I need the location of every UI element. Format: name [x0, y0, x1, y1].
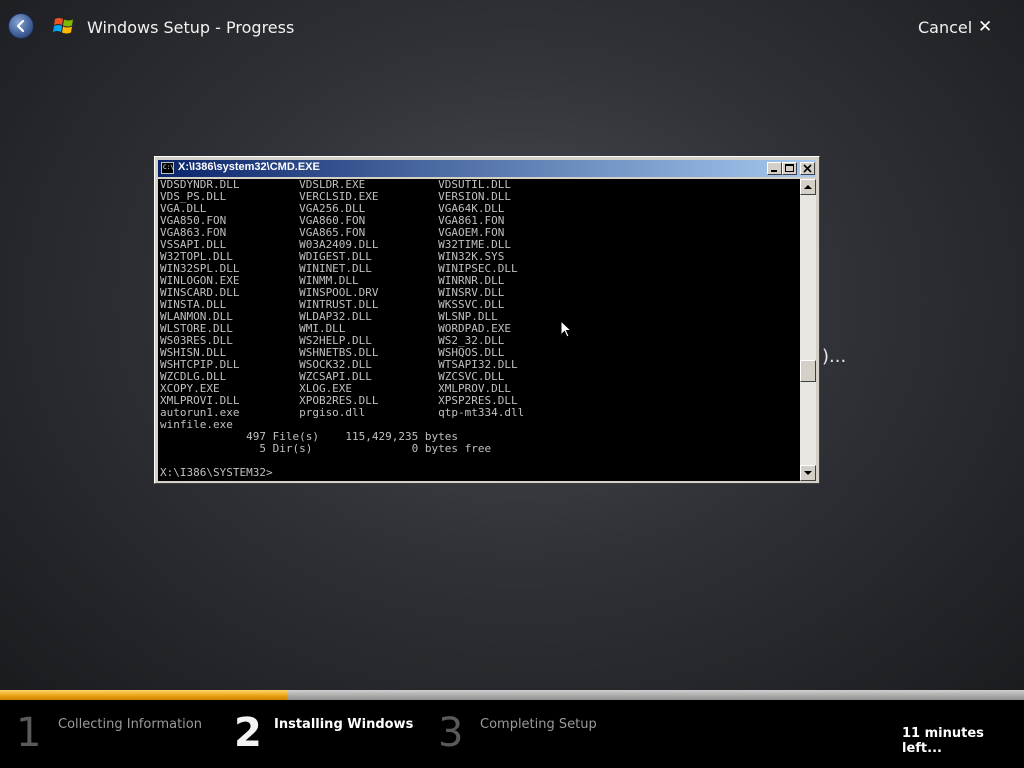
step-label: Installing Windows — [274, 717, 414, 732]
cmd-window-title: X:\I386\system32\CMD.EXE — [178, 161, 320, 173]
step-label: Collecting Information — [58, 717, 202, 732]
scroll-down-button[interactable] — [800, 465, 816, 481]
step-number: 3 — [438, 710, 464, 756]
step-number: 1 — [16, 710, 42, 756]
cmd-window[interactable]: C:\ X:\I386\system32\CMD.EXE VDSDYNDR.DL… — [154, 156, 820, 484]
cmd-icon: C:\ — [161, 162, 174, 174]
back-button[interactable] — [8, 13, 34, 39]
setup-progress-bar — [0, 690, 1024, 700]
scrollbar-thumb[interactable] — [800, 360, 816, 382]
close-x-icon — [803, 164, 812, 173]
obscured-status-text: )... — [822, 346, 847, 367]
step-label: Completing Setup — [480, 717, 597, 732]
maximize-icon — [785, 164, 794, 172]
console-text: VDSDYNDR.DLL VDSLDR.EXE VDSUTIL.DLL VDS_… — [160, 179, 525, 479]
windows-flag-icon — [53, 18, 73, 34]
console-output[interactable]: VDSDYNDR.DLL VDSLDR.EXE VDSUTIL.DLL VDS_… — [158, 179, 800, 481]
time-remaining: 11 minutes left... — [902, 726, 984, 756]
step-number: 2 — [234, 710, 262, 756]
window-title: Windows Setup - Progress — [87, 18, 295, 37]
mouse-pointer-icon — [560, 320, 572, 338]
progress-fill — [0, 690, 287, 700]
close-button[interactable] — [800, 162, 815, 175]
triangle-up-icon — [804, 185, 812, 189]
triangle-down-icon — [804, 471, 812, 475]
minimize-button[interactable] — [767, 162, 782, 175]
cmd-titlebar[interactable]: C:\ X:\I386\system32\CMD.EXE — [158, 160, 816, 177]
minimize-icon — [771, 170, 777, 172]
cancel-button[interactable]: Cancel — [918, 18, 972, 37]
back-arrow-icon — [16, 19, 25, 33]
close-icon[interactable]: ✕ — [978, 17, 992, 37]
scroll-up-button[interactable] — [800, 179, 816, 195]
vertical-scrollbar[interactable] — [800, 179, 816, 481]
setup-steps-footer: 1 Collecting Information 2 Installing Wi… — [0, 700, 1024, 768]
maximize-button[interactable] — [782, 162, 797, 175]
